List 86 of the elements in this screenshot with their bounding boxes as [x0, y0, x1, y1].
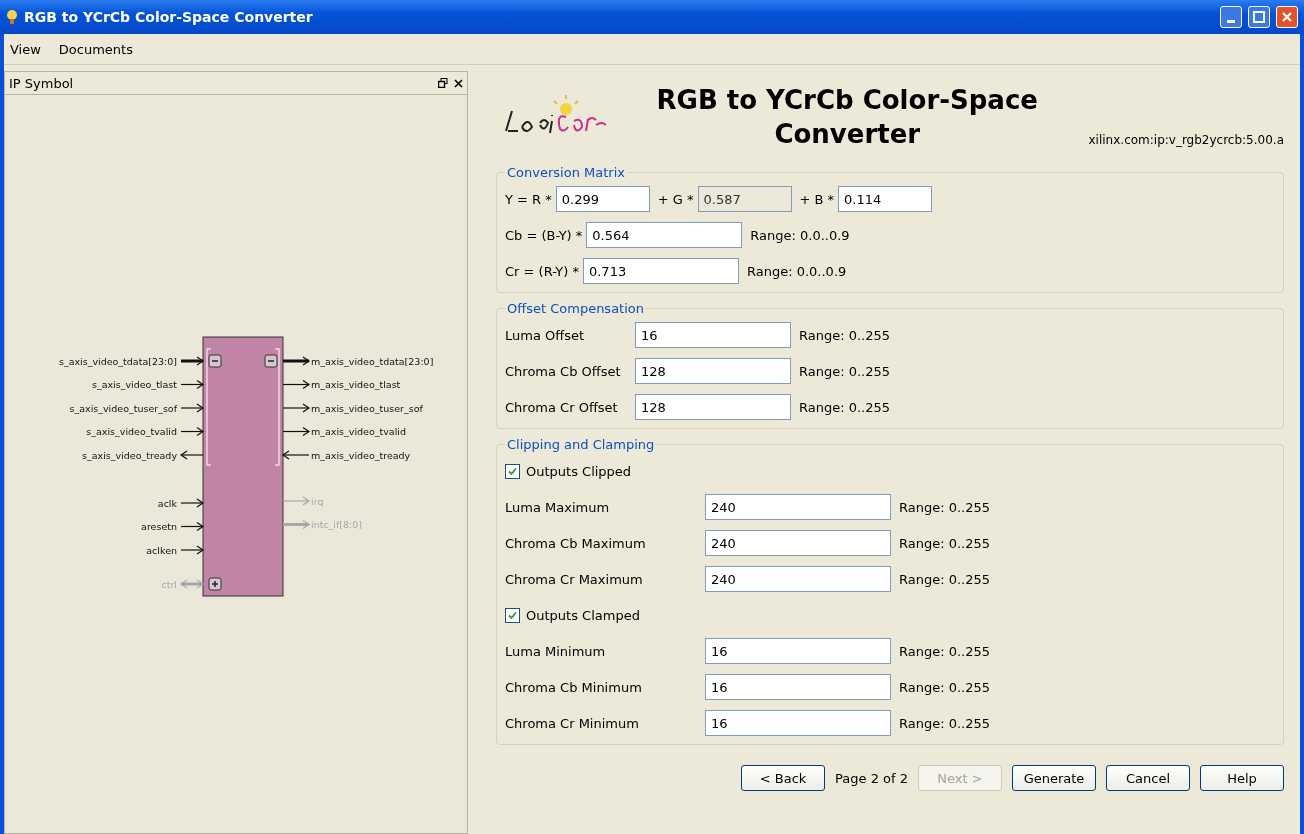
version-text: xilinx.com:ip:v_rgb2ycrcb:5.00.a: [1088, 133, 1284, 147]
input-field[interactable]: 0.564: [586, 222, 743, 248]
port-label: s_axis_video_tlast: [91, 379, 177, 390]
port-label: m_axis_video_tdata[23:0]: [311, 355, 434, 367]
range-text: Range: 0..255: [899, 715, 991, 731]
input-field[interactable]: 240: [705, 530, 891, 556]
range-text: Range: 0..255: [899, 499, 991, 515]
checkbox[interactable]: [505, 607, 520, 623]
menu-item[interactable]: View: [10, 41, 41, 57]
field-label: + B *: [799, 191, 835, 207]
checkbox-label: Outputs Clamped: [526, 607, 640, 623]
range-text: Range: 0.0..0.9: [746, 263, 847, 279]
field-label: Cr = (R-Y) *: [505, 263, 579, 279]
port-label: s_axis_video_tuser_sof: [69, 402, 177, 414]
port-label: m_axis_video_tready: [311, 449, 411, 461]
input-field[interactable]: 16: [705, 674, 891, 700]
field-label: Chroma Cb Offset: [505, 363, 622, 379]
panel-title: IP Symbol: [9, 75, 75, 91]
port-label: m_axis_video_tlast: [311, 379, 401, 390]
minimize-icon: [1227, 19, 1235, 23]
port-label: m_axis_video_tvalid: [311, 426, 406, 437]
input-field[interactable]: 0.114: [838, 186, 933, 212]
port-label: s_axis_video_tready: [82, 449, 177, 461]
field-label: Luma Offset: [505, 327, 586, 343]
range-text: Range: 0.0..0.9: [750, 227, 850, 243]
checkmark-icon: [508, 466, 517, 476]
input-field[interactable]: 16: [705, 638, 891, 664]
field-label: Chroma Cr Maximum: [505, 571, 644, 587]
collapse-icon[interactable]: [208, 354, 222, 368]
input-field[interactable]: 128: [635, 394, 791, 420]
app-icon: [6, 9, 18, 25]
input-field[interactable]: 16: [635, 322, 791, 348]
restore-icon[interactable]: [438, 78, 448, 88]
group-title: Offset Compensation: [506, 301, 645, 316]
port-label: s_axis_video_tvalid: [86, 426, 177, 437]
input-field[interactable]: 0.713: [582, 258, 739, 284]
range-text: Range: 0..255: [799, 363, 891, 379]
port-label: aresetn: [141, 521, 177, 532]
port-label: intc_if[8:0]: [311, 519, 363, 530]
input-field[interactable]: 240: [705, 494, 891, 520]
close-button[interactable]: [1276, 6, 1298, 28]
field-label: Cb = (B-Y) *: [505, 227, 583, 243]
checkmark-icon: [508, 610, 517, 620]
port-label: s_axis_video_tdata[23:0]: [58, 355, 177, 367]
range-text: Range: 0..255: [799, 399, 891, 415]
port-label: m_axis_video_tuser_sof: [311, 402, 423, 414]
range-text: Range: 0..255: [899, 571, 991, 587]
page-title: RGB to YCrCb Color-Space Converter: [655, 84, 1039, 151]
window-title: RGB to YCrCb Color-Space Converter: [24, 9, 314, 25]
dialog-button[interactable]: < Back: [741, 765, 826, 791]
input-field[interactable]: 0.299: [555, 186, 650, 212]
field-label: + G *: [657, 191, 694, 207]
field-label: Chroma Cb Maximum: [505, 535, 647, 551]
group-title: Clipping and Clamping: [506, 437, 656, 452]
port-label: irq: [311, 495, 324, 507]
maximize-button[interactable]: [1248, 6, 1270, 28]
group-title: Conversion Matrix: [506, 165, 626, 180]
minimize-button[interactable]: [1220, 6, 1242, 28]
field-label: Luma Minimum: [505, 643, 607, 659]
range-text: Range: 0..255: [899, 643, 991, 659]
page-indicator: Page 2 of 2: [835, 770, 908, 786]
range-text: Range: 0..255: [799, 327, 891, 343]
close-icon: [1281, 11, 1293, 23]
close-icon[interactable]: [454, 78, 463, 88]
dialog-button[interactable]: Generate: [1012, 765, 1096, 791]
expand-icon[interactable]: [208, 577, 222, 591]
input-field[interactable]: 240: [705, 566, 891, 592]
field-label: Chroma Cb Minimum: [505, 679, 643, 695]
input-field[interactable]: 16: [705, 710, 891, 736]
port-label: ctrl: [161, 578, 177, 590]
menu-item[interactable]: Documents: [58, 41, 133, 57]
range-text: Range: 0..255: [899, 535, 991, 551]
port-label: aclk: [157, 497, 177, 509]
dialog-button[interactable]: Help: [1200, 765, 1284, 791]
range-text: Range: 0..255: [899, 679, 991, 695]
field-label: Y = R *: [505, 191, 552, 207]
checkbox[interactable]: [505, 463, 520, 479]
maximize-icon: [1253, 11, 1265, 23]
field-label: Chroma Cr Offset: [505, 399, 619, 415]
field-label: Chroma Cr Minimum: [505, 715, 640, 731]
input-field[interactable]: 128: [635, 358, 791, 384]
field-label: Luma Maximum: [505, 499, 611, 515]
collapse-icon[interactable]: [264, 354, 278, 368]
checkbox-label: Outputs Clipped: [526, 463, 632, 479]
port-label: aclken: [146, 544, 177, 556]
dialog-button[interactable]: Cancel: [1106, 765, 1190, 791]
